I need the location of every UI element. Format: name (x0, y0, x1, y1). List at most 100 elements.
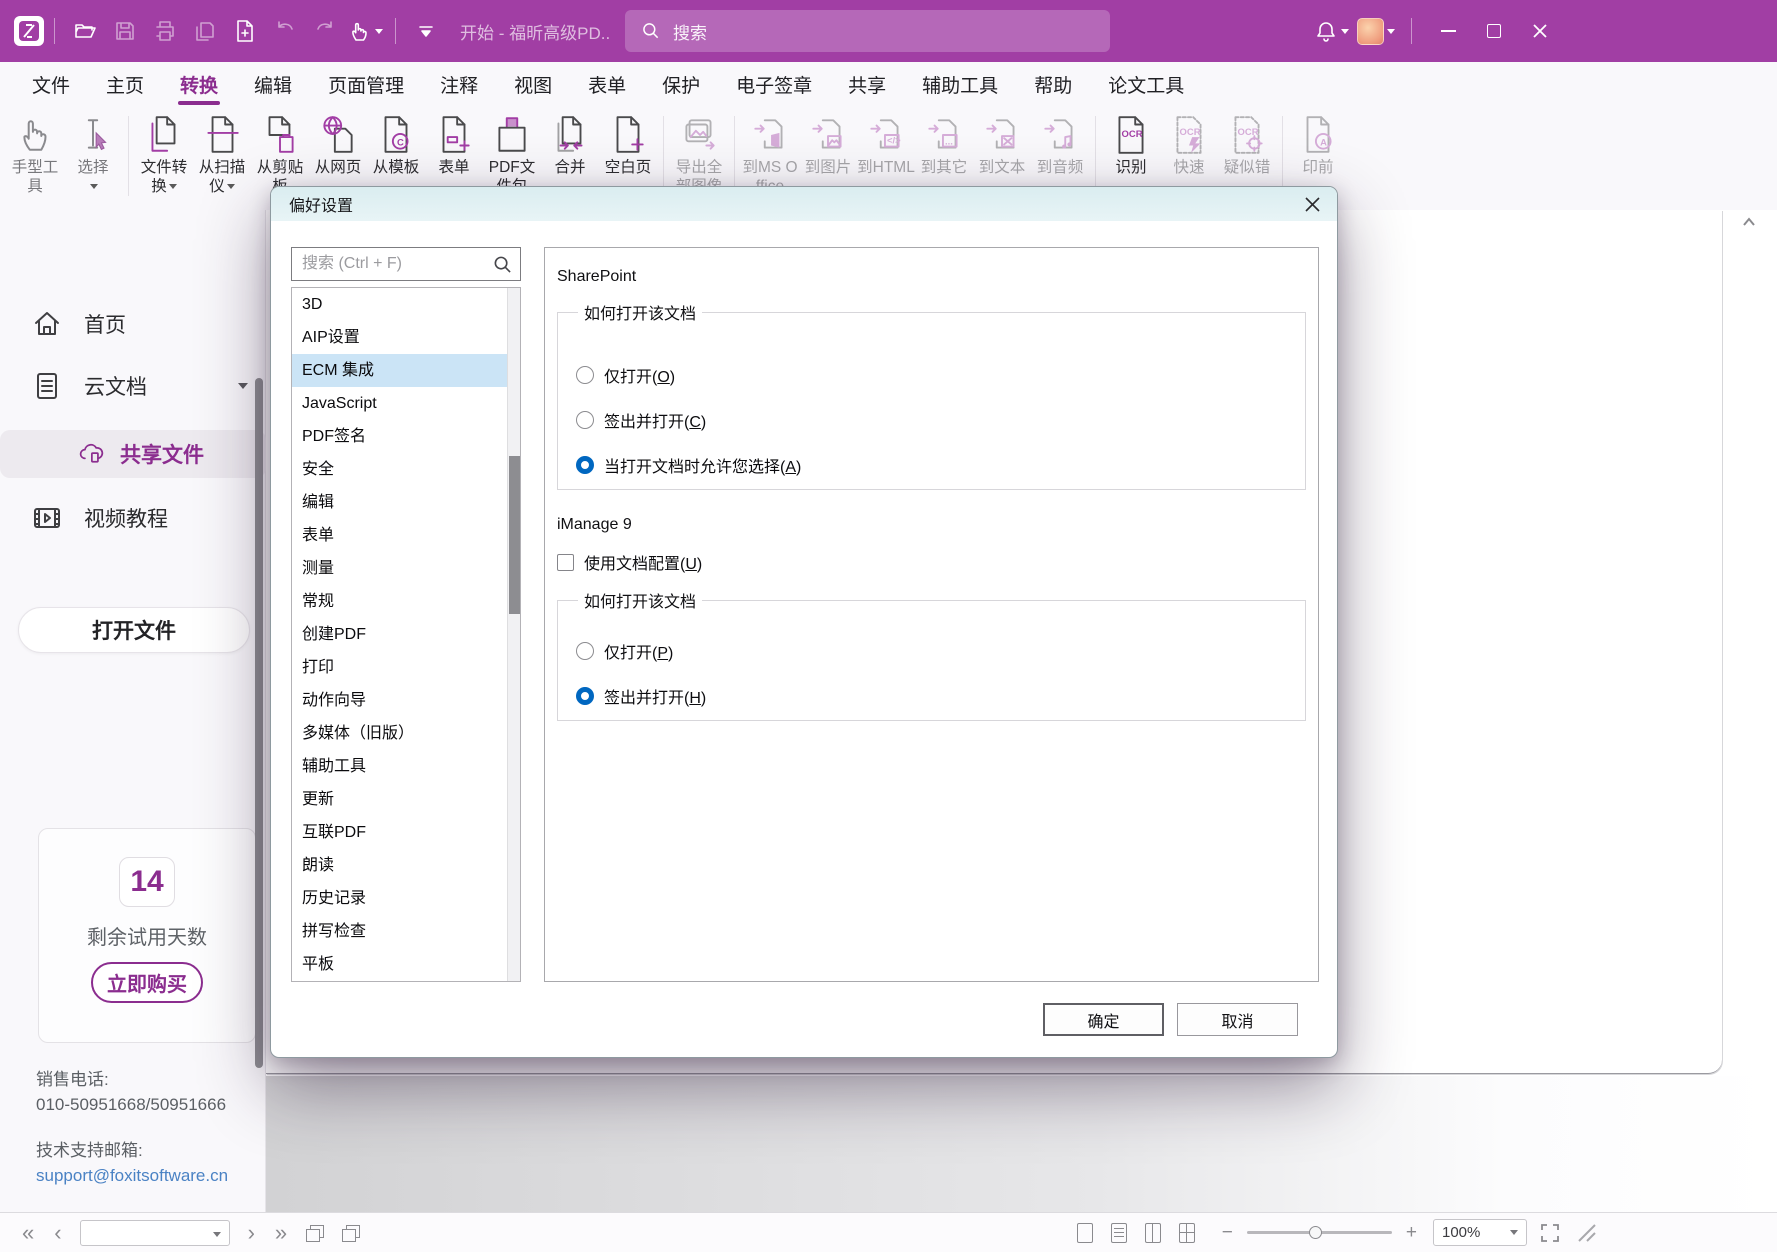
pref-category-multimedia-legacy[interactable]: 多媒体（旧版） (292, 717, 520, 750)
sidebar-scrollbar-thumb[interactable] (255, 378, 263, 1068)
previous-page-button[interactable]: ‹ (44, 1222, 71, 1244)
notifications-bell-button[interactable] (1311, 11, 1351, 51)
toolbar-hand-tool[interactable]: 手型工具 (6, 114, 64, 197)
menu-tab-page-management[interactable]: 页面管理 (310, 62, 422, 106)
support-email-link[interactable]: support@foxitsoftware.cn (36, 1164, 228, 1189)
pref-category-action-wizard[interactable]: 动作向导 (292, 684, 520, 717)
zoom-level-selector[interactable]: 100% (1433, 1219, 1527, 1246)
pref-category-aip[interactable]: AIP设置 (292, 321, 520, 354)
pref-category-print[interactable]: 打印 (292, 651, 520, 684)
toolbar-ocr-quick[interactable]: OCR 快速 (1160, 114, 1218, 178)
category-list-scrollbar[interactable] (507, 288, 520, 981)
zoom-slider-thumb[interactable] (1309, 1226, 1322, 1239)
menu-tab-form[interactable]: 表单 (570, 62, 644, 106)
avatar-dropdown-caret[interactable] (1387, 29, 1395, 34)
page-number-combobox[interactable] (80, 1220, 230, 1246)
toolbar-ocr-suspects[interactable]: OCR 疑似错 (1218, 114, 1276, 178)
dialog-close-button[interactable] (1297, 190, 1327, 218)
save-icon-button[interactable] (105, 11, 145, 51)
pref-category-general[interactable]: 常规 (292, 585, 520, 618)
hand-tool-dropdown-caret[interactable] (375, 29, 383, 34)
app-logo[interactable] (14, 16, 44, 46)
last-page-button[interactable]: » (265, 1222, 297, 1244)
cloud-docs-dropdown-caret[interactable] (238, 383, 248, 389)
sidebar-item-video-tutorials[interactable]: 视频教程 (0, 494, 266, 542)
menu-tab-share[interactable]: 共享 (830, 62, 904, 106)
toolbar-combine[interactable]: 合并 (541, 114, 599, 178)
toolbar-from-template[interactable]: C 从模板 (367, 114, 425, 178)
single-page-view-icon[interactable] (1077, 1223, 1093, 1243)
open-file-button[interactable]: 打开文件 (18, 607, 250, 653)
ok-button[interactable]: 确定 (1043, 1003, 1164, 1036)
toolbar-pdf-portfolio[interactable]: PDF文件包 (483, 114, 541, 197)
menu-tab-paper-tools[interactable]: 论文工具 (1090, 62, 1202, 106)
sidebar-item-home[interactable]: 首页 (0, 300, 266, 348)
pref-category-form[interactable]: 表单 (292, 519, 520, 552)
pref-category-edit[interactable]: 编辑 (292, 486, 520, 519)
imanage-open-only-radio[interactable]: 仅打开(P) (576, 628, 1305, 673)
open-file-icon-button[interactable] (65, 11, 105, 51)
toolbar-from-scanner[interactable]: 从扫描仪 (193, 114, 251, 197)
toolbar-to-text[interactable]: 到文本 (973, 114, 1031, 178)
resize-grip[interactable] (1575, 1223, 1597, 1243)
buy-now-button[interactable]: 立即购买 (91, 962, 203, 1003)
pref-category-pdf-sign[interactable]: PDF签名 (292, 420, 520, 453)
clipboard-view-icon[interactable] (342, 1225, 360, 1241)
pref-category-ecm-integration[interactable]: ECM 集成 (292, 354, 520, 387)
pref-category-measure[interactable]: 测量 (292, 552, 520, 585)
quick-access-menu-button[interactable] (406, 11, 446, 51)
zoom-out-button[interactable]: − (1218, 1222, 1237, 1244)
menu-tab-comment[interactable]: 注释 (422, 62, 496, 106)
menu-tab-convert[interactable]: 转换 (162, 62, 236, 106)
toolbar-from-web[interactable]: 从网页 (309, 114, 367, 178)
new-document-icon-button[interactable] (225, 11, 265, 51)
toolbar-to-html[interactable]: </> 到HTML (857, 114, 915, 178)
toolbar-to-audio[interactable]: 到音频 (1031, 114, 1089, 178)
imanage-checkout-open-radio[interactable]: 签出并打开(H) (576, 673, 1305, 718)
pref-category-security[interactable]: 安全 (292, 453, 520, 486)
print-icon-button[interactable] (145, 11, 185, 51)
pref-category-javascript[interactable]: JavaScript (292, 387, 520, 420)
maximize-button[interactable] (1474, 11, 1514, 51)
menu-tab-accessibility[interactable]: 辅助工具 (904, 62, 1016, 106)
menu-tab-esign[interactable]: 电子签章 (718, 62, 830, 106)
zoom-slider[interactable] (1247, 1231, 1392, 1234)
close-button[interactable] (1520, 11, 1560, 51)
menu-tab-edit[interactable]: 编辑 (236, 62, 310, 106)
bell-dropdown-caret[interactable] (1341, 29, 1349, 34)
toolbar-form[interactable]: 表单 (425, 114, 483, 178)
first-page-button[interactable]: « (12, 1222, 44, 1244)
pref-category-connected-pdf[interactable]: 互联PDF (292, 816, 520, 849)
collapse-panel-button[interactable] (1739, 212, 1759, 232)
sidebar-item-shared-files[interactable]: 共享文件 (0, 430, 266, 478)
zoom-in-button[interactable]: + (1402, 1222, 1421, 1244)
redo-icon-button[interactable] (305, 11, 345, 51)
preferences-search-input[interactable] (291, 247, 521, 281)
menu-tab-home[interactable]: 主页 (88, 62, 162, 106)
next-page-button[interactable]: › (238, 1222, 265, 1244)
quad-view-icon[interactable] (1179, 1223, 1195, 1243)
menu-tab-protect[interactable]: 保护 (644, 62, 718, 106)
dialog-titlebar[interactable]: 偏好设置 (271, 187, 1337, 221)
undo-icon-button[interactable] (265, 11, 305, 51)
menu-tab-view[interactable]: 视图 (496, 62, 570, 106)
sharepoint-open-only-radio[interactable]: 仅打开(O) (576, 352, 1305, 397)
pref-category-update[interactable]: 更新 (292, 783, 520, 816)
toolbar-blank-page[interactable]: 空白页 (599, 114, 657, 178)
toolbar-to-ms-office[interactable]: 到MS Office (741, 114, 799, 197)
snapshot-icon[interactable] (306, 1225, 324, 1241)
minimize-button[interactable] (1428, 11, 1468, 51)
titlebar-search-input[interactable]: 搜索 (625, 10, 1110, 52)
pref-category-create-pdf[interactable]: 创建PDF (292, 618, 520, 651)
toolbar-to-image[interactable]: 到图片 (799, 114, 857, 178)
continuous-view-icon[interactable] (1111, 1223, 1127, 1243)
toolbar-ocr-recognize[interactable]: OCR 识别 (1102, 114, 1160, 178)
toolbar-to-others[interactable]: ... 到其它 (915, 114, 973, 178)
toolbar-select[interactable]: 选择 (64, 114, 122, 197)
user-avatar[interactable] (1357, 18, 1384, 45)
hand-tool-icon-button[interactable] (345, 11, 385, 51)
facing-view-icon[interactable] (1145, 1223, 1161, 1243)
pref-category-tablet[interactable]: 平板 (292, 948, 520, 981)
pref-category-read-aloud[interactable]: 朗读 (292, 849, 520, 882)
category-list-scrollbar-thumb[interactable] (509, 456, 520, 614)
